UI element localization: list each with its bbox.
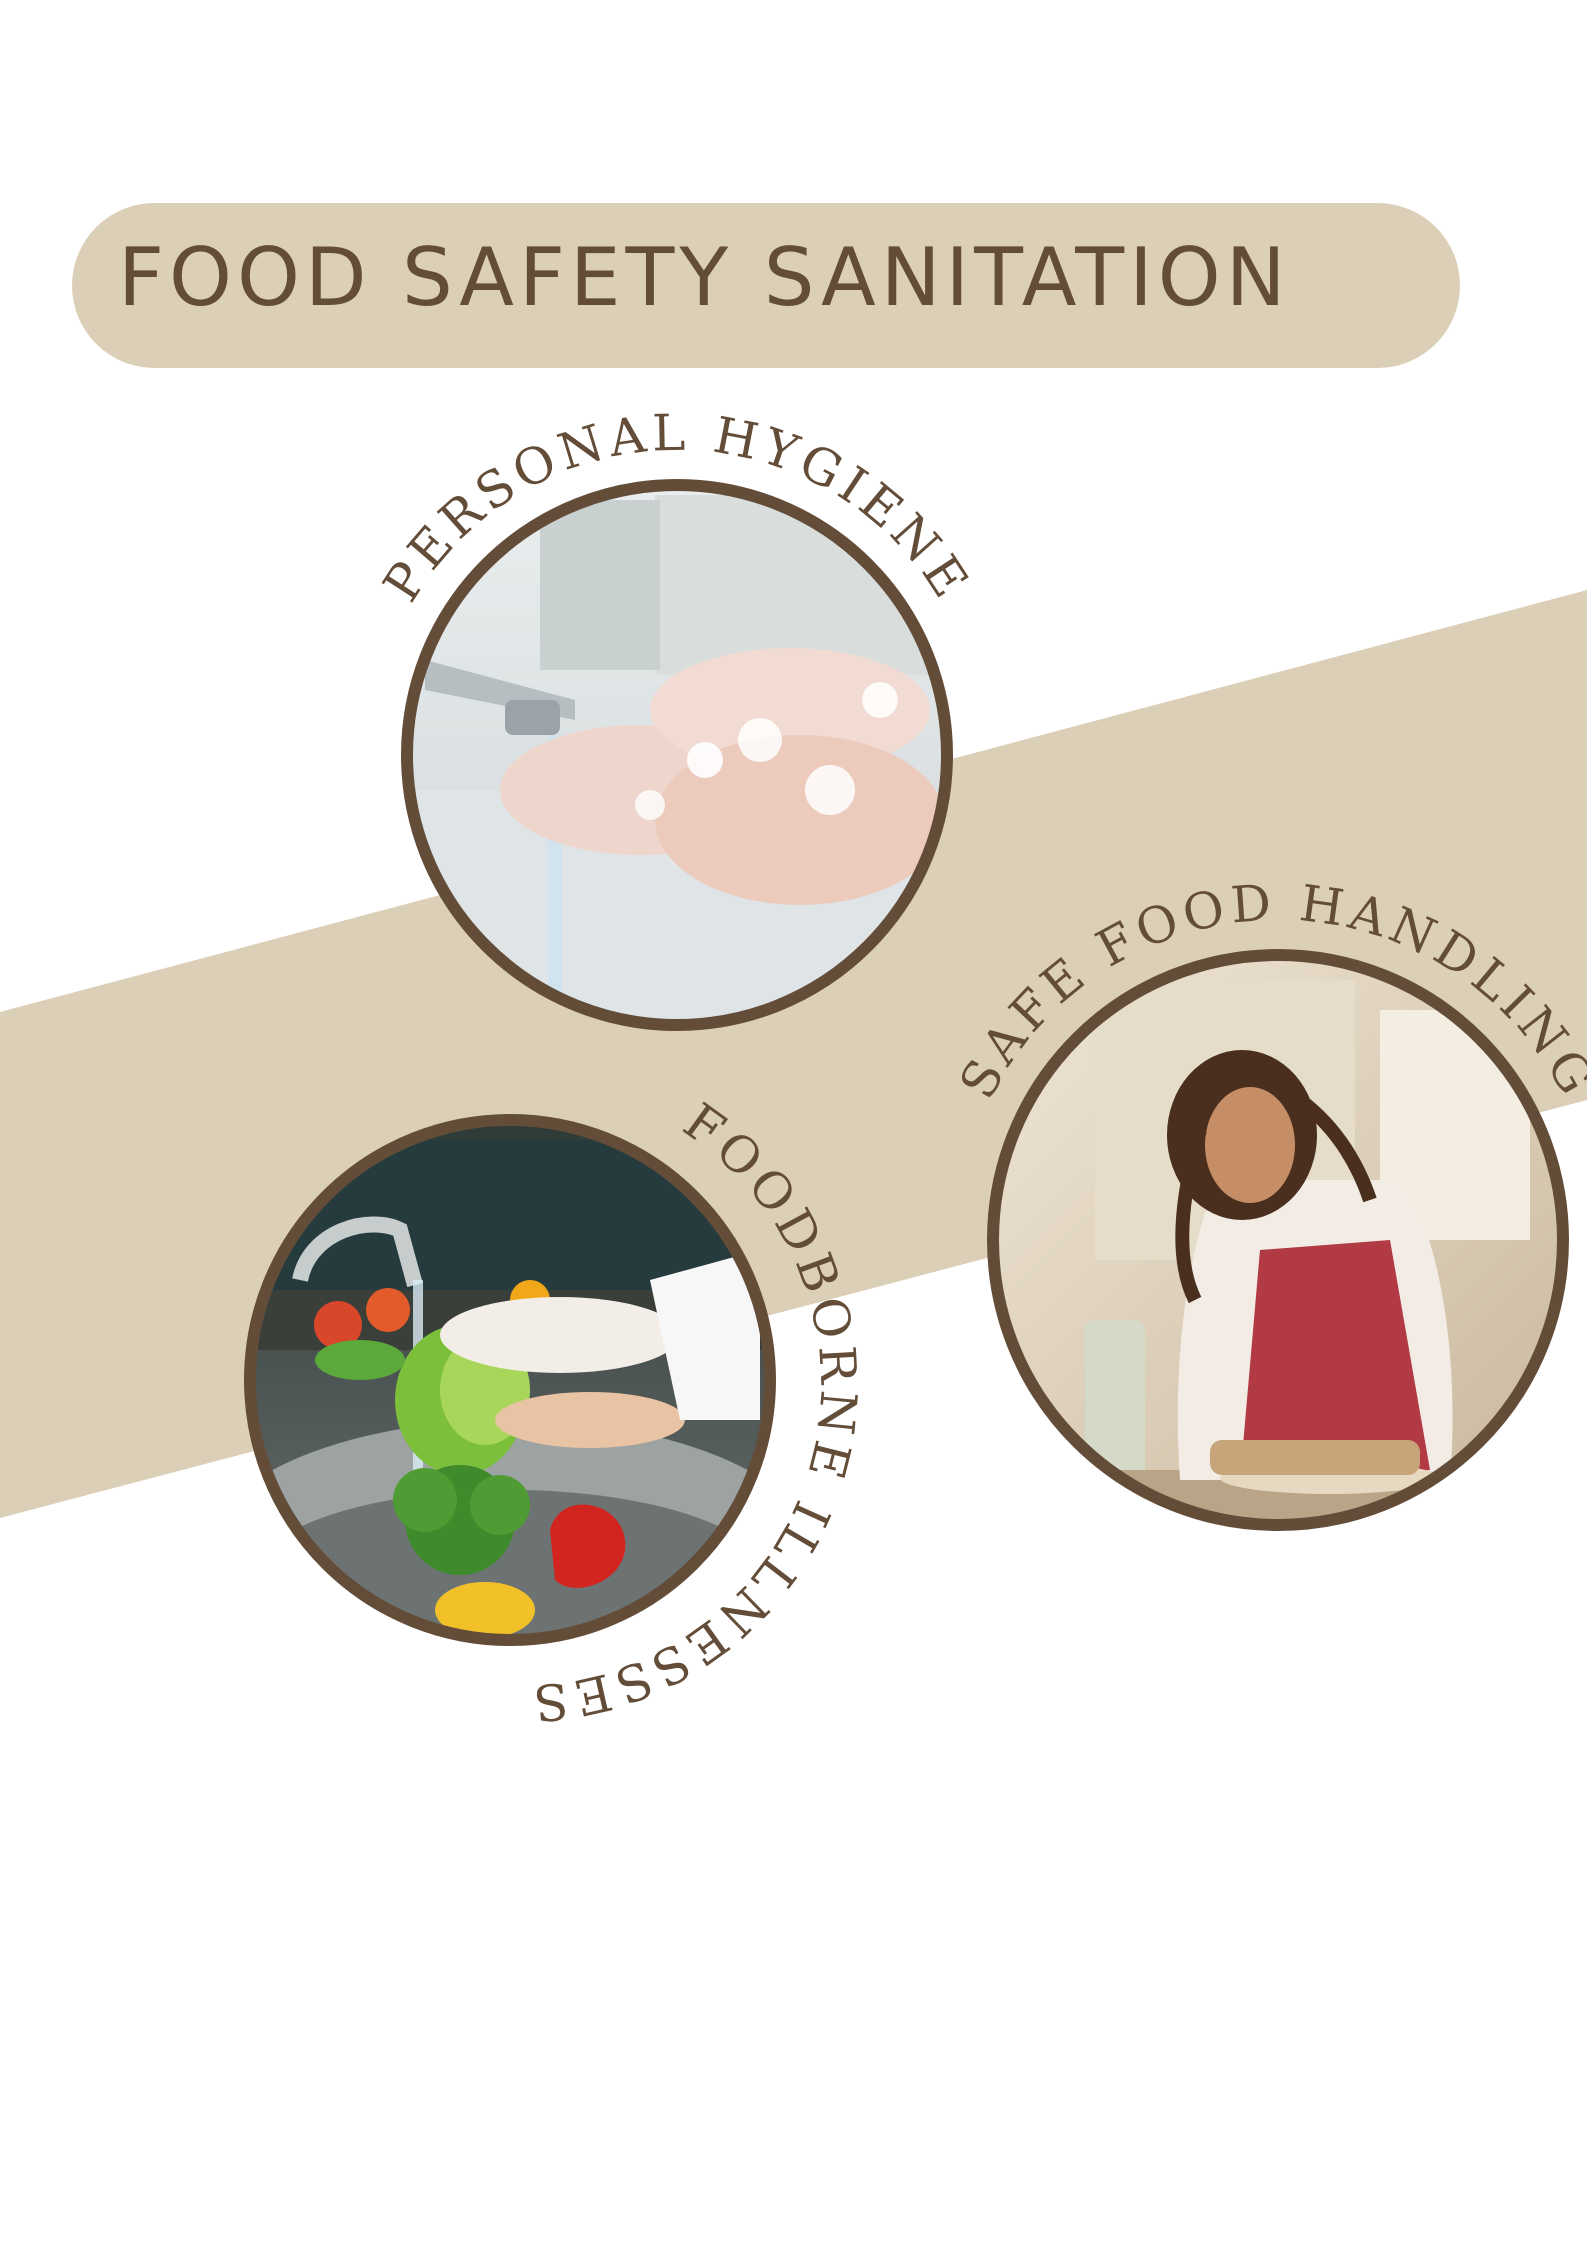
poster: PERSONAL HYGIENE SAFE FOOD HANDLING FOOD… bbox=[0, 0, 1587, 2245]
page-title: FOOD SAFETY SANITATION bbox=[118, 231, 1291, 324]
